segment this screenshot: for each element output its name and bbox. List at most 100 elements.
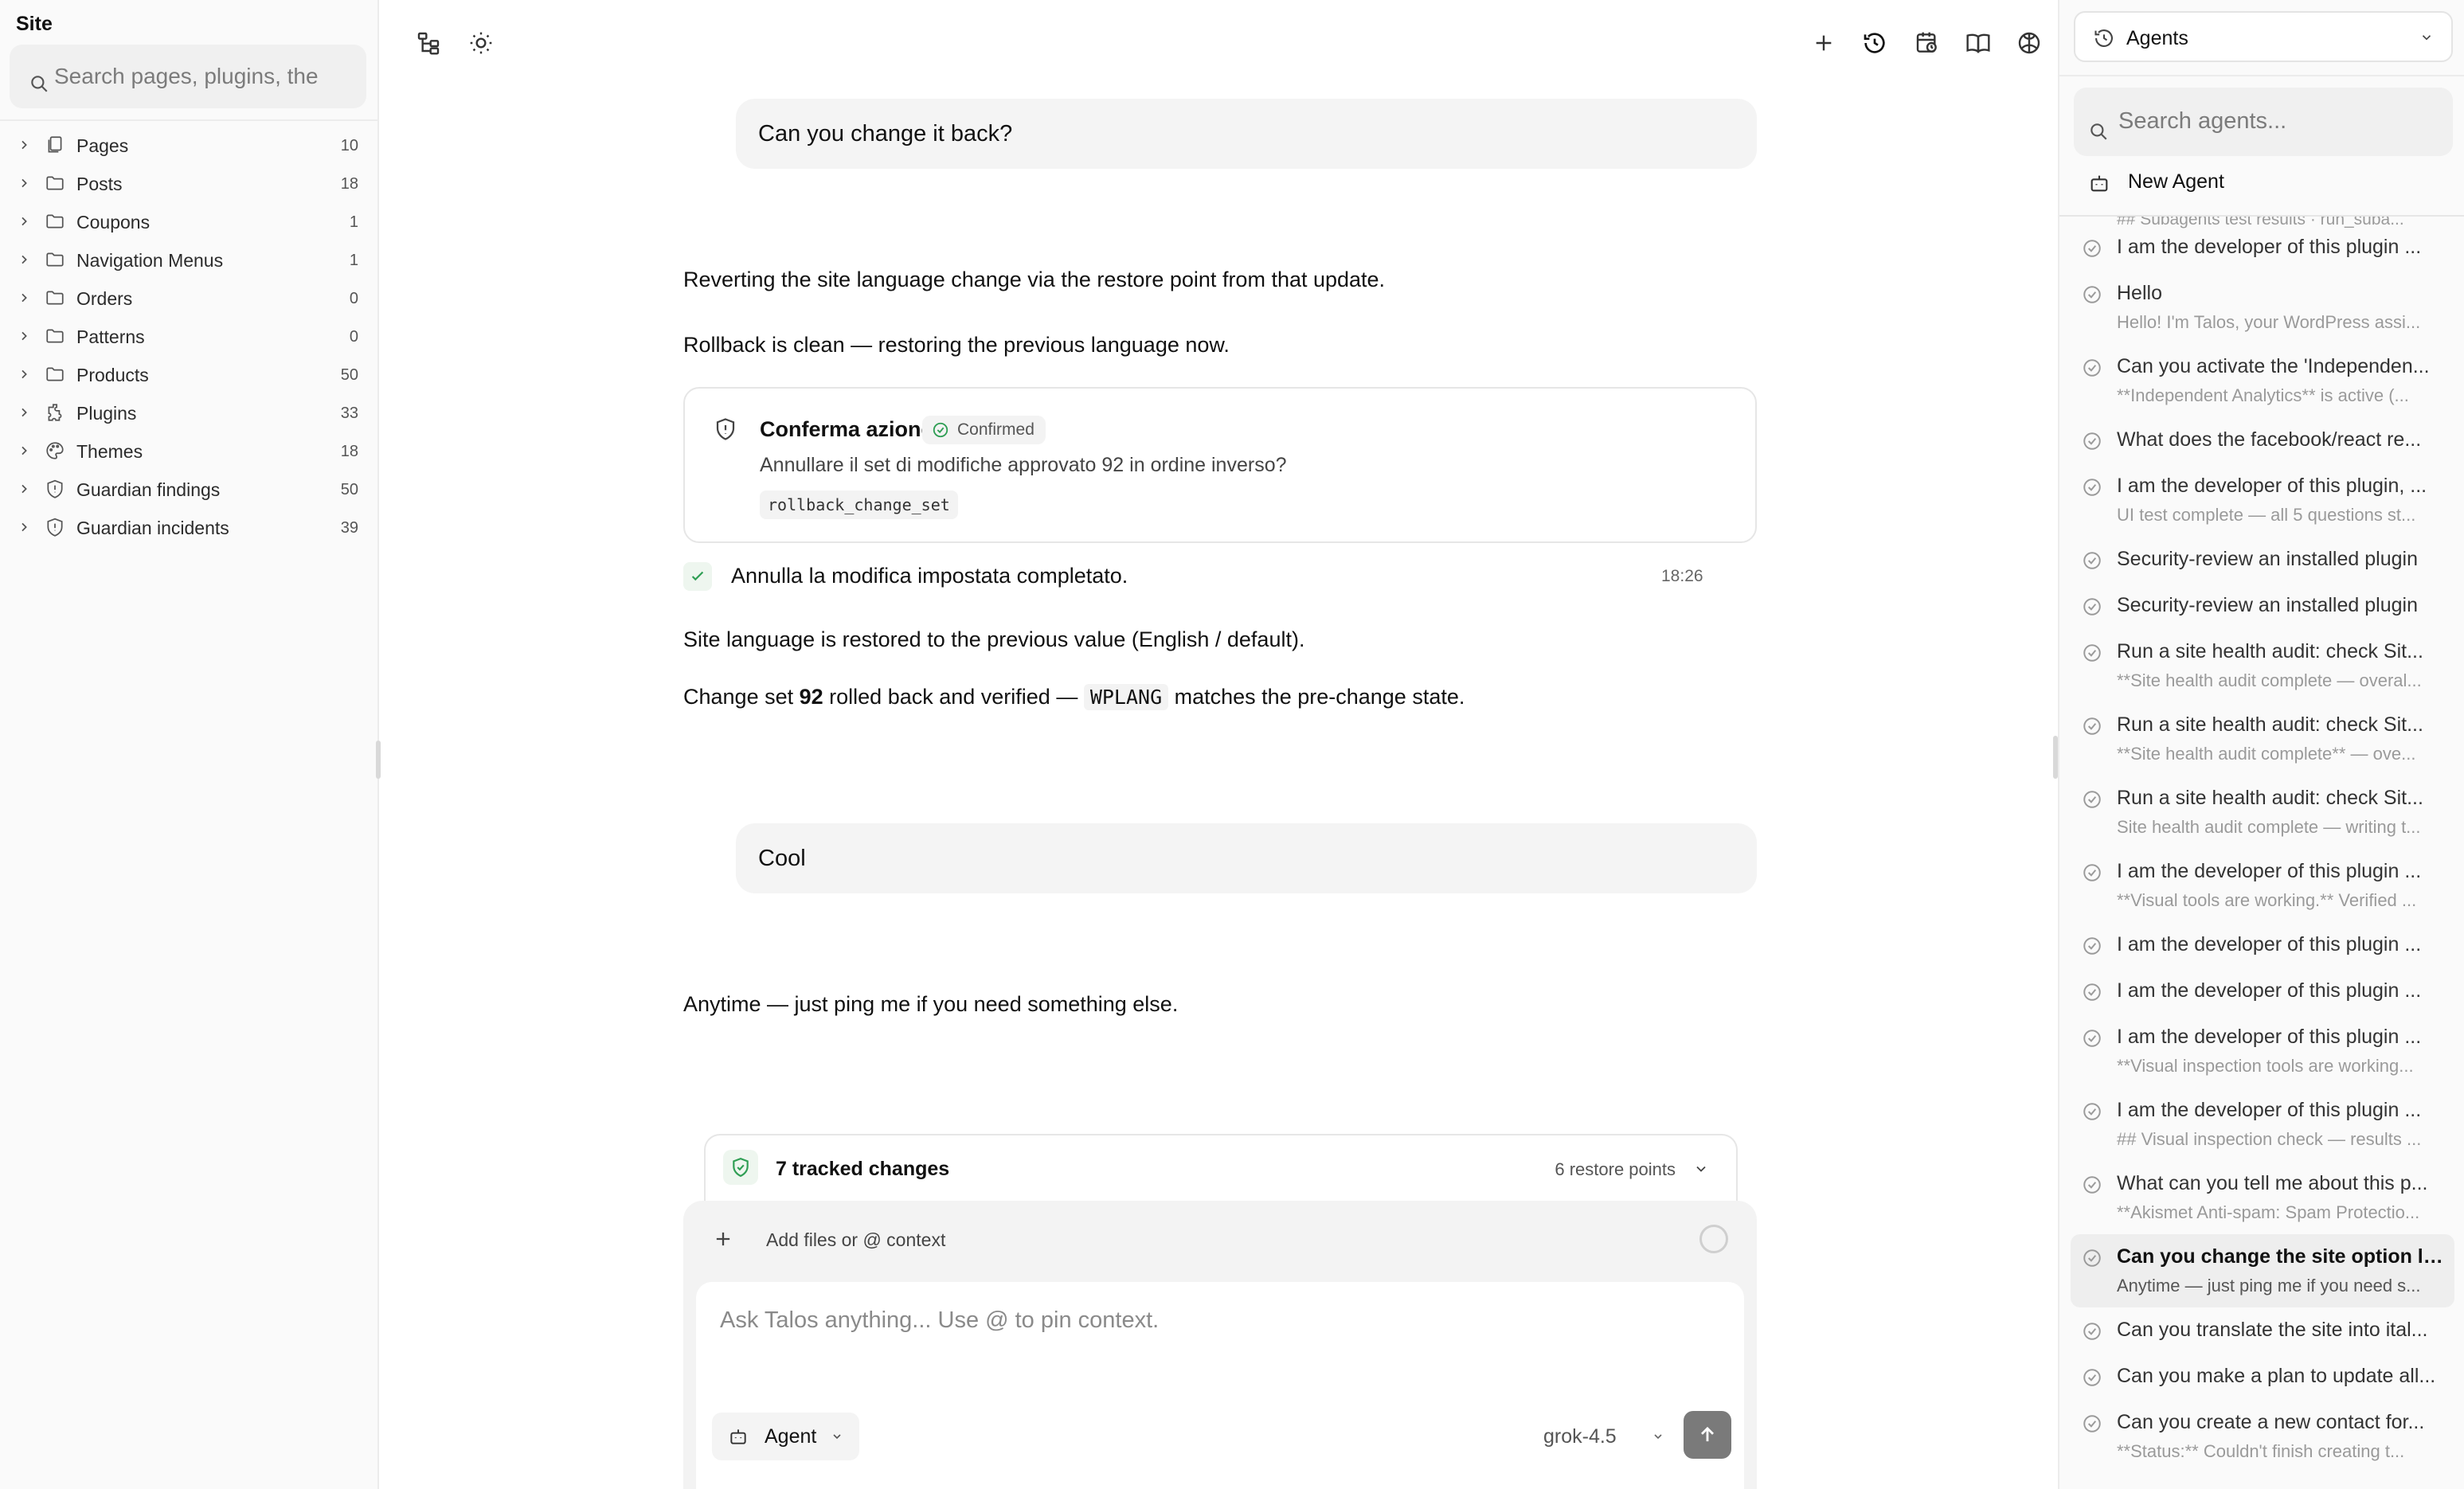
check-circle-icon xyxy=(2082,1028,2102,1049)
agent-list-item[interactable]: I am the developer of this plugin ... xyxy=(2071,922,2454,968)
sidebar-item-posts[interactable]: Posts 18 xyxy=(0,164,379,202)
docs-button[interactable] xyxy=(1959,24,1997,62)
agent-list-item[interactable]: I am the developer of this plugin ... **V… xyxy=(2071,1014,2454,1088)
sidebar-item-count: 50 xyxy=(340,481,358,498)
agent-list-item[interactable]: I am the developer of this plugin ... xyxy=(2071,225,2454,271)
agent-title: Can you translate the site into ital... xyxy=(2117,1319,2428,1341)
agent-title: I am the developer of this plugin ... xyxy=(2117,860,2422,882)
sidebar-item-coupons[interactable]: Coupons 1 xyxy=(0,202,379,240)
add-context-button[interactable]: Add files or @ context xyxy=(766,1229,945,1251)
check-circle-icon xyxy=(2082,982,2102,1002)
agents-sidebar: Agents Search agents... New Agent ## Sub… xyxy=(2058,0,2464,1489)
sidebar-item-themes[interactable]: Themes 18 xyxy=(0,432,379,470)
schedule-button[interactable] xyxy=(1908,24,1946,62)
agent-list-item[interactable]: Can you create a new contact for... **Sta… xyxy=(2071,1400,2454,1473)
check-circle-icon xyxy=(933,422,948,438)
chevron-right-icon[interactable] xyxy=(18,139,30,151)
message-placeholder: Ask Talos anything... Use @ to pin conte… xyxy=(720,1307,1160,1333)
chevron-right-icon[interactable] xyxy=(18,253,30,266)
msg-text: Change set xyxy=(683,685,800,709)
agent-preview: **Site health audit complete — overal... xyxy=(2117,670,2422,690)
sidebar-item-label: Navigation Menus xyxy=(76,250,224,271)
add-context-icon[interactable] xyxy=(712,1228,734,1250)
check-circle-icon xyxy=(2082,716,2102,737)
chevron-right-icon[interactable] xyxy=(18,521,30,533)
agent-list-item[interactable]: What can you tell me about this p... **Ak… xyxy=(2071,1161,2454,1234)
folder-icon xyxy=(45,173,65,193)
new-chat-button[interactable] xyxy=(1805,24,1843,62)
agents-dropdown[interactable]: Agents xyxy=(2074,11,2453,62)
chevron-right-icon[interactable] xyxy=(18,330,30,342)
agent-list-item[interactable]: Security-review an installed plugin xyxy=(2071,537,2454,583)
agent-list-item[interactable]: Can you activate the 'Independen... **Ind… xyxy=(2071,344,2454,417)
message-input[interactable]: Ask Talos anything... Use @ to pin conte… xyxy=(696,1282,1744,1489)
history-icon xyxy=(1864,33,1885,53)
agent-list-item[interactable]: Can you change the site option la... Anyt… xyxy=(2071,1234,2454,1307)
mode-select-button[interactable]: Agent xyxy=(712,1413,860,1460)
shield-icon xyxy=(716,418,735,440)
check-circle-icon xyxy=(2082,1174,2102,1195)
sidebar-item-pages[interactable]: Pages 10 xyxy=(0,126,379,164)
check-circle-icon xyxy=(2082,477,2102,498)
user-message: Cool xyxy=(736,823,1757,893)
check-circle-icon xyxy=(2082,550,2102,571)
tool-name-code: rollback_change_set xyxy=(760,490,958,519)
sidebar-item-count: 50 xyxy=(340,366,358,384)
agent-preview: ## Visual inspection check — results ... xyxy=(2117,1129,2422,1149)
chevron-right-icon[interactable] xyxy=(18,215,30,228)
agent-list-item[interactable]: I am the developer of this plugin ... ## … xyxy=(2071,1088,2454,1161)
agent-list-item[interactable]: Hello Hello! I'm Talos, your WordPress as… xyxy=(2071,271,2454,344)
agent-list-item[interactable]: Can you make a plan to update all... xyxy=(2071,1354,2454,1400)
agent-title: I am the developer of this plugin ... xyxy=(2117,979,2422,1002)
model-select[interactable]: grok-4.5 xyxy=(1543,1425,1617,1448)
agent-list-item[interactable]: I am the developer of this plugin, ... UI… xyxy=(2071,463,2454,537)
sidebar-item-label: Patterns xyxy=(76,326,145,347)
sidebar-item-count: 1 xyxy=(349,252,358,269)
chevron-right-icon[interactable] xyxy=(18,483,30,495)
agent-list-item[interactable]: Run a site health audit: check Sit... **S… xyxy=(2071,702,2454,776)
chevron-right-icon[interactable] xyxy=(18,444,30,457)
history-button[interactable] xyxy=(1856,24,1894,62)
sidebar-item-navigation-menus[interactable]: Navigation Menus 1 xyxy=(0,240,379,279)
sidebar-item-plugins[interactable]: Plugins 33 xyxy=(0,393,379,432)
sidebar-item-orders[interactable]: Orders 0 xyxy=(0,279,379,317)
agent-list-item[interactable]: I am the developer of this plugin ... xyxy=(2071,968,2454,1014)
agent-title: I am the developer of this plugin ... xyxy=(2117,1026,2422,1048)
chevron-down-icon xyxy=(1696,1166,1706,1172)
agent-search-input[interactable]: Search agents... xyxy=(2074,88,2453,156)
sidebar-divider xyxy=(0,119,379,121)
assistant-message: Change set 92 rolled back and verified —… xyxy=(683,684,1465,710)
brain-button[interactable] xyxy=(2010,24,2048,62)
site-search-placeholder: Search pages, plugins, the xyxy=(54,64,319,88)
check-badge xyxy=(683,562,712,591)
user-message-text: Cool xyxy=(758,845,806,871)
sidebar-item-guardian-incidents[interactable]: Guardian incidents 39 xyxy=(0,508,379,546)
agent-list-item[interactable]: Run a site health audit: check Sit... **S… xyxy=(2071,629,2454,702)
tracked-changes-bar[interactable]: 7 tracked changes 6 restore points xyxy=(704,1134,1738,1201)
agent-preview: **Status:** Couldn't finish creating t..… xyxy=(2117,1441,2405,1461)
sidebar-item-guardian-findings[interactable]: Guardian findings 50 xyxy=(0,470,379,508)
agent-list-item[interactable]: What does the facebook/react re... xyxy=(2071,417,2454,463)
chevron-right-icon[interactable] xyxy=(18,368,30,381)
chevron-right-icon[interactable] xyxy=(18,291,30,304)
agent-list-item[interactable]: Security-review an installed plugin xyxy=(2071,583,2454,629)
sidebar-item-patterns[interactable]: Patterns 0 xyxy=(0,317,379,355)
agent-title: Security-review an installed plugin xyxy=(2117,594,2418,616)
agent-list-item[interactable]: Can you translate the site into ital... xyxy=(2071,1307,2454,1354)
book-icon xyxy=(1966,33,1990,53)
site-search-input[interactable]: Search pages, plugins, the xyxy=(10,45,366,108)
send-button[interactable] xyxy=(1684,1411,1731,1459)
chevron-right-icon[interactable] xyxy=(18,177,30,190)
confirm-title: Conferma azione xyxy=(760,417,933,441)
theme-toggle-button[interactable] xyxy=(462,24,500,62)
check-circle-icon xyxy=(2082,238,2102,259)
agent-list-item[interactable]: Run a site health audit: check Sit... Sit… xyxy=(2071,776,2454,849)
tree-view-button[interactable] xyxy=(409,24,448,62)
agent-list-item[interactable]: I am the developer of this plugin ... **V… xyxy=(2071,849,2454,922)
brain-icon xyxy=(2018,32,2040,54)
sidebar-item-products[interactable]: Products 50 xyxy=(0,355,379,393)
agent-title: I am the developer of this plugin ... xyxy=(2117,1099,2422,1121)
chevron-right-icon[interactable] xyxy=(18,406,30,419)
shield-check-icon xyxy=(733,1158,749,1178)
agent-title: What can you tell me about this p... xyxy=(2117,1172,2428,1194)
